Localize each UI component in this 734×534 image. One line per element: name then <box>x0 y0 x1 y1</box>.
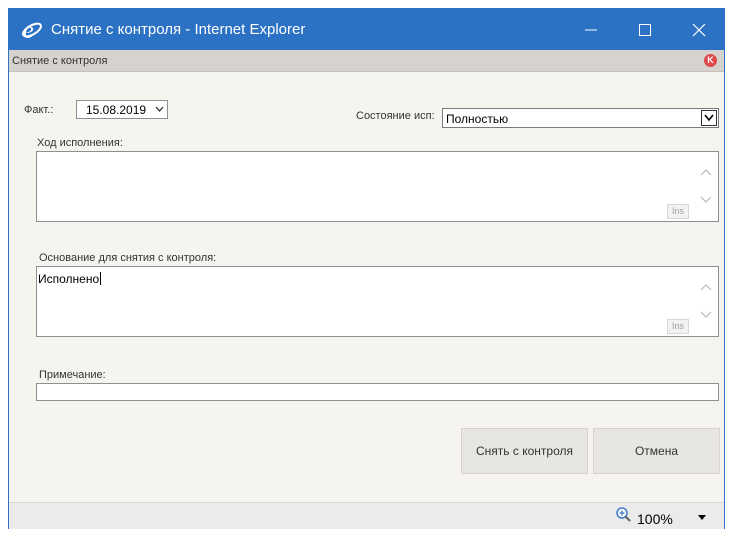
state-value: Полностью <box>446 112 509 126</box>
svg-text:e: e <box>23 18 34 43</box>
minimize-icon <box>585 29 597 31</box>
scroll-down-icon[interactable] <box>700 311 712 319</box>
ins-button[interactable]: Ins <box>667 204 689 219</box>
internet-explorer-logo-icon: e <box>22 18 42 43</box>
fact-date-label: Факт.: <box>24 104 54 116</box>
fact-date-value: 15.08.2019 <box>86 103 147 117</box>
basis-textarea[interactable]: Исполнено Ins <box>36 266 719 337</box>
scroll-up-icon[interactable] <box>700 168 712 176</box>
note-label: Примечание: <box>39 369 106 381</box>
dialog-header: Снятие с контроля K <box>9 50 724 72</box>
status-bar: 100% <box>9 502 724 529</box>
ins-button[interactable]: Ins <box>667 319 689 334</box>
zoom-level[interactable]: 100% <box>637 511 673 527</box>
basis-label: Основание для снятия с контроля: <box>39 252 217 264</box>
state-label: Состояние исп: <box>356 110 435 122</box>
scroll-up-icon[interactable] <box>700 283 712 291</box>
maximize-button[interactable] <box>623 9 669 50</box>
chevron-down-icon <box>704 114 714 122</box>
fact-date-select[interactable]: 15.08.2019 <box>76 100 168 119</box>
text-cursor <box>100 272 102 285</box>
ie-dialog-window: e Снятие с контроля - Internet Explorer … <box>8 8 725 529</box>
cancel-button[interactable]: Отмена <box>593 428 720 474</box>
chevron-down-icon <box>155 106 164 112</box>
zoom-dropdown-icon[interactable] <box>697 515 707 521</box>
close-icon <box>692 23 706 37</box>
progress-label: Ход исполнения: <box>37 137 123 149</box>
minimize-button[interactable] <box>569 9 615 50</box>
basis-text-line: Исполнено <box>38 272 102 286</box>
state-select[interactable]: Полностью <box>442 108 719 128</box>
progress-textarea[interactable]: Ins <box>36 151 719 222</box>
k-badge-icon[interactable]: K <box>704 54 717 67</box>
zoom-magnifier-icon[interactable] <box>615 506 635 526</box>
basis-text: Исполнено <box>38 272 100 286</box>
window-title: Снятие с контроля - Internet Explorer <box>51 21 306 38</box>
scroll-down-icon[interactable] <box>700 196 712 204</box>
title-bar[interactable]: e Снятие с контроля - Internet Explorer <box>9 9 724 50</box>
note-input[interactable] <box>36 383 719 401</box>
remove-from-control-button[interactable]: Снять с контроля <box>461 428 588 474</box>
close-button[interactable] <box>677 9 723 50</box>
state-dropdown-button[interactable] <box>701 110 717 126</box>
maximize-icon <box>639 24 651 36</box>
dialog-title: Снятие с контроля <box>12 55 108 67</box>
